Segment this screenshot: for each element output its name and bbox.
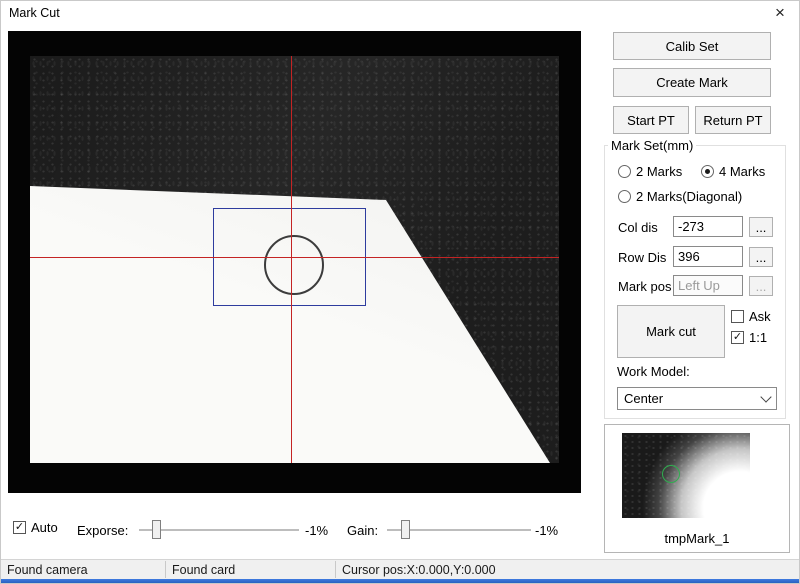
mark-preview-panel[interactable]: tmpMark_1: [604, 424, 790, 553]
radio-2marks[interactable]: 2 Marks: [618, 164, 682, 179]
return-pt-button[interactable]: Return PT: [695, 106, 771, 134]
status-separator: [335, 561, 336, 578]
status-bar: Found camera Found card Cursor pos:X:0.0…: [1, 559, 800, 579]
close-icon[interactable]: ×: [769, 2, 791, 24]
preview-caption: tmpMark_1: [605, 531, 789, 546]
radio-4marks[interactable]: 4 Marks: [701, 164, 765, 179]
preview-mark-circle: [662, 465, 680, 483]
exposure-slider[interactable]: [139, 517, 299, 543]
col-dis-label: Col dis: [618, 220, 658, 235]
row-dis-label: Row Dis: [618, 250, 666, 265]
ask-checkbox-label: Ask: [749, 309, 771, 324]
mark-cut-button[interactable]: Mark cut: [617, 305, 725, 358]
crosshair-h: [30, 257, 559, 258]
one-to-one-checkbox[interactable]: ✓ 1:1: [731, 330, 767, 345]
calib-set-button[interactable]: Calib Set: [613, 32, 771, 60]
ask-checkbox[interactable]: Ask: [731, 309, 771, 324]
one-to-one-checkbox-box[interactable]: ✓: [731, 331, 744, 344]
exposure-slider-track[interactable]: [139, 529, 299, 531]
exposure-value: -1%: [305, 523, 328, 538]
chevron-down-icon: [760, 391, 771, 402]
status-camera: Found camera: [7, 563, 88, 577]
status-separator: [165, 561, 166, 578]
auto-checkbox-box[interactable]: ✓: [13, 521, 26, 534]
titlebar: Mark Cut ×: [1, 1, 799, 25]
mark-pos-input: [673, 275, 743, 296]
gain-slider-thumb[interactable]: [401, 520, 410, 539]
exposure-slider-thumb[interactable]: [152, 520, 161, 539]
radio-4marks-label: 4 Marks: [719, 164, 765, 179]
row-dis-input[interactable]: [673, 246, 743, 267]
mark-preview-image: [622, 433, 750, 518]
work-model-selected: Center: [624, 391, 663, 406]
auto-checkbox-label: Auto: [31, 520, 58, 535]
mark-pos-browse-button: ...: [749, 276, 773, 296]
status-card: Found card: [172, 563, 235, 577]
radio-2marks-diagonal-circle[interactable]: [618, 190, 631, 203]
work-model-label: Work Model:: [617, 364, 690, 379]
window-title: Mark Cut: [9, 6, 60, 20]
gain-value: -1%: [535, 523, 558, 538]
mark-set-group-title: Mark Set(mm): [608, 138, 696, 153]
crosshair-v: [291, 56, 292, 463]
col-dis-browse-button[interactable]: ...: [749, 217, 773, 237]
taskbar-edge: [1, 579, 800, 584]
camera-image: [30, 56, 559, 463]
radio-2marks-diagonal-label: 2 Marks(Diagonal): [636, 189, 742, 204]
status-cursor-pos: Cursor pos:X:0.000,Y:0.000: [342, 563, 496, 577]
radio-2marks-circle[interactable]: [618, 165, 631, 178]
gain-slider[interactable]: [387, 517, 531, 543]
auto-checkbox[interactable]: ✓ Auto: [13, 520, 58, 535]
radio-4marks-circle[interactable]: [701, 165, 714, 178]
exposure-label: Exporse:: [77, 523, 128, 538]
radio-2marks-diagonal[interactable]: 2 Marks(Diagonal): [618, 189, 742, 204]
mark-pos-label: Mark pos: [618, 279, 671, 294]
row-dis-browse-button[interactable]: ...: [749, 247, 773, 267]
radio-2marks-label: 2 Marks: [636, 164, 682, 179]
mark-cut-window: Mark Cut × Calib Set Create Mark Start P…: [0, 0, 800, 584]
ask-checkbox-box[interactable]: [731, 310, 744, 323]
one-to-one-checkbox-label: 1:1: [749, 330, 767, 345]
gain-label: Gain:: [347, 523, 378, 538]
create-mark-button[interactable]: Create Mark: [613, 68, 771, 97]
col-dis-input[interactable]: [673, 216, 743, 237]
camera-view[interactable]: [8, 31, 581, 493]
start-pt-button[interactable]: Start PT: [613, 106, 689, 134]
work-model-dropdown[interactable]: Center: [617, 387, 777, 410]
